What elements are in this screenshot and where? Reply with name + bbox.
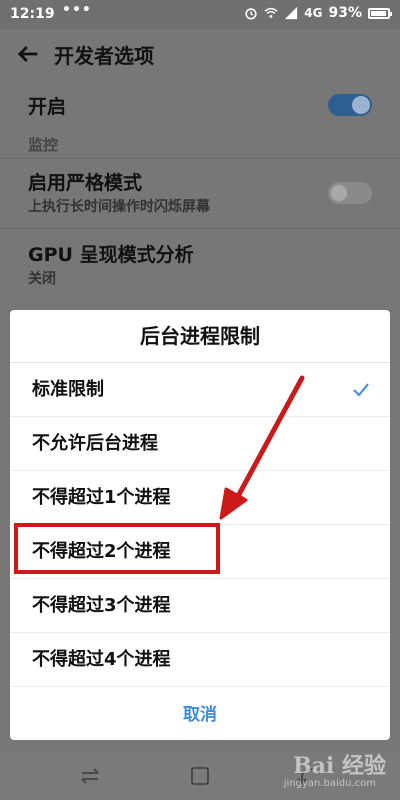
cancel-button[interactable]: 取消 [10, 687, 390, 740]
section-monitor: 监控 [28, 136, 59, 154]
status-icons: 4G 93% [244, 5, 392, 21]
alarm-icon [245, 8, 257, 20]
wifi-icon [264, 7, 278, 18]
divider [0, 228, 400, 229]
signal-icon [285, 6, 298, 20]
status-time: 12:19 [10, 6, 55, 22]
app-bar: 开发者选项 [0, 30, 400, 78]
gpu-render-row[interactable]: GPU 呈现模式分析 关闭 [0, 240, 400, 300]
option-label: 标准限制 [32, 379, 104, 400]
annotation-highlight-box [14, 523, 220, 574]
option-max-3-process[interactable]: 不得超过3个进程 [10, 579, 390, 633]
back-arrow-icon[interactable] [14, 40, 42, 68]
enable-row[interactable]: 开启 [0, 88, 400, 128]
gpu-render-sub: 关闭 [28, 271, 56, 287]
option-label: 不得超过4个进程 [32, 649, 171, 670]
strict-mode-sub: 上执行长时间操作时闪烁屏幕 [28, 199, 210, 215]
home-square-icon[interactable] [188, 764, 212, 788]
option-max-1-process[interactable]: 不得超过1个进程 [10, 471, 390, 525]
gpu-render-title: GPU 呈现模式分析 [28, 244, 194, 266]
watermark-logo: Bai 经验 [293, 753, 386, 779]
option-label: 不得超过3个进程 [32, 595, 171, 616]
enable-label: 开启 [28, 96, 67, 118]
enable-toggle[interactable] [328, 94, 372, 116]
strict-mode-row[interactable]: 启用严格模式 上执行长时间操作时闪烁屏幕 [0, 168, 400, 228]
option-standard-limit[interactable]: 标准限制 [10, 363, 390, 417]
option-max-4-process[interactable]: 不得超过4个进程 [10, 633, 390, 687]
strict-mode-title: 启用严格模式 [28, 172, 143, 194]
battery-icon [368, 7, 392, 19]
strict-mode-toggle[interactable] [328, 182, 372, 204]
notification-dots: ••• [62, 2, 92, 18]
battery-percent: 93% [328, 5, 362, 21]
status-bar: 12:19 ••• 4G 93% [0, 0, 400, 30]
switch-icon[interactable] [78, 764, 102, 788]
option-label: 不得超过1个进程 [32, 487, 171, 508]
check-icon [353, 383, 369, 397]
network-type: 4G [304, 6, 323, 20]
page-title: 开发者选项 [54, 44, 154, 68]
option-label: 不允许后台进程 [32, 433, 158, 454]
divider [0, 158, 400, 159]
dialog-title: 后台进程限制 [10, 310, 390, 363]
option-no-background[interactable]: 不允许后台进程 [10, 417, 390, 471]
watermark-url: jingyan.baidu.com [283, 778, 376, 789]
